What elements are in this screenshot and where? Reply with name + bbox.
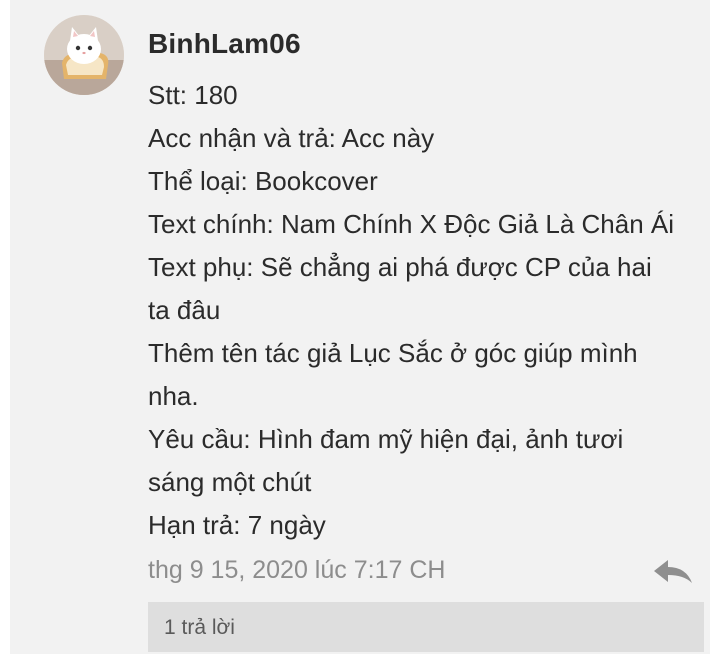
avatar[interactable]	[44, 15, 124, 95]
comment-card: BinhLam06 Stt: 180 Acc nhận và trả: Acc …	[10, 0, 710, 654]
comment-line: Thêm tên tác giả Lục Sắc ở góc giúp mình	[148, 338, 638, 368]
cat-avatar-image	[44, 15, 124, 95]
comment-line: Stt: 180	[148, 80, 238, 110]
comment-timestamp: thg 9 15, 2020 lúc 7:17 CH	[148, 556, 446, 584]
comment-line: Acc nhận và trả: Acc này	[148, 123, 435, 153]
comment-body: Stt: 180 Acc nhận và trả: Acc này Thể lo…	[148, 74, 708, 547]
comment-line: ta đâu	[148, 295, 221, 325]
replies-count-label: 1 trả lời	[164, 616, 235, 639]
username[interactable]: BinhLam06	[148, 28, 301, 60]
comment-line: nha.	[148, 381, 199, 411]
reply-arrow-icon[interactable]	[650, 556, 696, 590]
replies-toggle[interactable]: 1 trả lời	[148, 602, 704, 652]
comment-line: Text phụ: Sẽ chẳng ai phá được CP của ha…	[148, 252, 652, 282]
comment-line: Yêu cầu: Hình đam mỹ hiện đại, ảnh tươi	[148, 424, 624, 454]
comment-line: sáng một chút	[148, 467, 312, 497]
comment-line: Thể loại: Bookcover	[148, 166, 378, 196]
comment-line: Text chính: Nam Chính X Độc Giả Là Chân …	[148, 209, 675, 239]
comment-line: Hạn trả: 7 ngày	[148, 510, 326, 540]
